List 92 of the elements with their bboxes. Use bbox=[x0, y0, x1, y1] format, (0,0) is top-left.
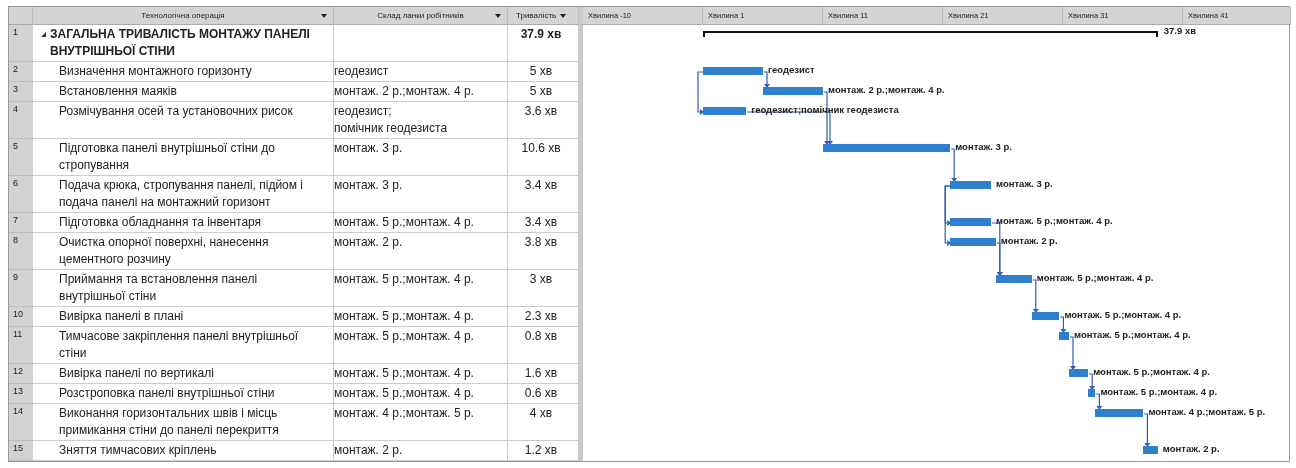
duration-cell: 3 хв bbox=[508, 270, 579, 307]
task-bar bbox=[1031, 312, 1060, 320]
task-bar bbox=[950, 181, 991, 189]
crew-cell: монтаж. 2 р. bbox=[334, 233, 508, 270]
crew-cell: монтаж. 5 р.;монтаж. 4 р. bbox=[334, 307, 508, 327]
duration-cell: 0.6 хв bbox=[508, 384, 579, 404]
dropdown-icon[interactable] bbox=[495, 13, 501, 18]
row-number: 3 bbox=[9, 82, 33, 102]
bar-label: монтаж. 5 р.;монтаж. 4 р. bbox=[1093, 365, 1210, 378]
crew-cell: монтаж. 5 р.;монтаж. 4 р. bbox=[334, 364, 508, 384]
duration-cell: 10.6 хв bbox=[508, 139, 579, 176]
bar-label: 37.9 хв bbox=[1163, 24, 1197, 37]
crew-cell: монтаж. 2 р. bbox=[334, 441, 508, 461]
task-name: Розстроповка панелі внутрішньої стіни bbox=[33, 384, 334, 404]
duration-cell: 3.8 хв bbox=[508, 233, 579, 270]
task-bar bbox=[950, 218, 991, 226]
bar-label: монтаж. 5 р.;монтаж. 4 р. bbox=[1064, 308, 1182, 321]
crew-cell: монтаж. 3 р. bbox=[334, 139, 508, 176]
row-number: 10 bbox=[9, 307, 33, 327]
dependency-arrow bbox=[1088, 373, 1096, 390]
dependency-arrow bbox=[1069, 336, 1076, 370]
dependency-arrow bbox=[1032, 279, 1039, 313]
crew-cell: монтаж. 2 р.;монтаж. 4 р. bbox=[334, 82, 508, 102]
bar-label: монтаж. 4 р.;монтаж. 5 р. bbox=[1148, 405, 1266, 418]
row-number: 5 bbox=[9, 139, 33, 176]
task-name: Встановлення маяків bbox=[33, 82, 334, 102]
bar-label: монтаж. 5 р.;монтаж. 4 р. bbox=[996, 214, 1113, 227]
crew-cell: геодезист bbox=[334, 62, 508, 82]
row-number: 7 bbox=[9, 213, 33, 233]
task-bar bbox=[1059, 332, 1069, 340]
duration-cell: 1.6 хв bbox=[508, 364, 579, 384]
dependency-arrow bbox=[950, 148, 958, 182]
duration-cell: 4 хв bbox=[508, 404, 579, 441]
duration-cell: 1.2 хв bbox=[508, 441, 579, 461]
task-bar bbox=[950, 238, 996, 246]
row-number: 1 bbox=[9, 25, 33, 62]
task-name: ЗАГАЛЬНА ТРИВАЛІСТЬ МОНТАЖУ ПАНЕЛІ ВНУТРІШНЬОЇ СТІНИ bbox=[50, 26, 311, 60]
duration-cell: 3.4 хв bbox=[508, 213, 579, 233]
crew-cell: монтаж. 5 р.;монтаж. 4 р. bbox=[334, 213, 508, 233]
task-name: Визначення монтажного горизонту bbox=[33, 62, 334, 82]
row-number: 2 bbox=[9, 62, 33, 82]
bar-label: монтаж. 5 р.;монтаж. 4 р. bbox=[1074, 328, 1191, 341]
task-bar bbox=[703, 107, 747, 115]
row-number: 12 bbox=[9, 364, 33, 384]
crew-cell: монтаж. 5 р.;монтаж. 4 р. bbox=[334, 270, 508, 307]
bar-label: геодезист bbox=[768, 63, 815, 76]
row-number: 9 bbox=[9, 270, 33, 307]
task-name: Підготовка обладнання та інвентаря bbox=[33, 213, 334, 233]
task-name: Вивірка панелі по вертикалі bbox=[33, 364, 334, 384]
task-bar bbox=[1088, 389, 1096, 397]
duration-cell: 5 хв bbox=[508, 62, 579, 82]
collapse-icon[interactable] bbox=[41, 32, 46, 37]
row-number: 8 bbox=[9, 233, 33, 270]
crew-cell: монтаж. 5 р.;монтаж. 4 р. bbox=[334, 384, 508, 404]
task-bar bbox=[1095, 409, 1144, 417]
task-bar bbox=[763, 87, 823, 95]
bar-label: монтаж. 5 р.;монтаж. 4 р. bbox=[1036, 271, 1154, 284]
duration-cell: 3.6 хв bbox=[508, 102, 579, 139]
task-bar bbox=[995, 275, 1032, 283]
dependency-arrow bbox=[1095, 393, 1103, 410]
bar-label: монтаж. 3 р. bbox=[955, 140, 1012, 153]
task-name: Вивірка панелі в плані bbox=[33, 307, 334, 327]
row-number: 4 bbox=[9, 102, 33, 139]
crew-cell: монтаж. 5 р.;монтаж. 4 р. bbox=[334, 327, 508, 364]
dependency-arrow bbox=[1143, 413, 1151, 447]
duration-cell: 37.9 хв bbox=[508, 25, 579, 62]
task-name: Розмічування осей та установочних рисок bbox=[33, 102, 334, 139]
bar-label: монтаж. 2 р. bbox=[1000, 234, 1058, 247]
bar-label: монтаж. 2 р.;монтаж. 4 р. bbox=[828, 83, 945, 96]
dependency-arrow bbox=[697, 71, 705, 115]
row-number: 14 bbox=[9, 404, 33, 441]
dropdown-icon[interactable] bbox=[321, 13, 327, 18]
crew-cell: монтаж. 3 р. bbox=[334, 176, 508, 213]
duration-cell: 0.8 хв bbox=[508, 327, 579, 364]
bar-label: монтаж. 2 р. bbox=[1162, 442, 1220, 455]
dependency-arrow bbox=[1059, 316, 1067, 333]
duration-cell: 2.3 хв bbox=[508, 307, 579, 327]
duration-cell: 3.4 хв bbox=[508, 176, 579, 213]
row-number: 11 bbox=[9, 327, 33, 364]
crew-cell: монтаж. 4 р.;монтаж. 5 р. bbox=[334, 404, 508, 441]
row-number: 6 bbox=[9, 176, 33, 213]
task-bar bbox=[1143, 446, 1158, 454]
row-number: 13 bbox=[9, 384, 33, 404]
dependency-arrow bbox=[763, 71, 770, 88]
task-name: Зняття тимчасових кріплень bbox=[33, 441, 334, 461]
duration-cell: 5 хв bbox=[508, 82, 579, 102]
task-bar bbox=[703, 67, 763, 75]
bar-label: монтаж. 5 р.;монтаж. 4 р. bbox=[1100, 385, 1218, 398]
dropdown-icon[interactable] bbox=[560, 13, 567, 18]
bar-label: монтаж. 3 р. bbox=[996, 177, 1053, 190]
row-number: 15 bbox=[9, 441, 33, 461]
task-bar bbox=[1069, 369, 1089, 377]
